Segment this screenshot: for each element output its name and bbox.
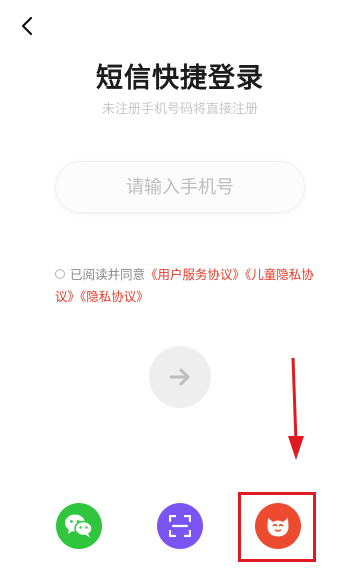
cat-face-icon <box>267 518 289 537</box>
user-service-agreement-link[interactable]: 《用户服务协议》 <box>145 267 245 282</box>
wechat-login-button[interactable] <box>56 503 102 549</box>
agreement-checkbox[interactable] <box>55 269 65 279</box>
back-chevron-icon <box>21 16 33 36</box>
back-button[interactable] <box>14 12 42 40</box>
privacy-agreement-link[interactable]: 《隐私协议》 <box>80 289 149 304</box>
agreement-row: 已阅读并同意《用户服务协议》《儿童隐私协议》《隐私协议》 <box>55 264 315 308</box>
page-subtitle: 未注册手机号码将直接注册 <box>101 102 258 117</box>
pet-login-button[interactable] <box>255 503 301 549</box>
wechat-icon <box>65 514 93 538</box>
annotation-arrow <box>288 357 304 460</box>
arrow-right-icon <box>169 368 190 386</box>
scan-icon <box>169 515 191 537</box>
next-button[interactable] <box>149 346 211 408</box>
page-title: 短信快捷登录 <box>96 63 264 94</box>
scan-login-button[interactable] <box>157 503 203 549</box>
agreement-prefix: 已阅读并同意 <box>70 267 146 282</box>
phone-input[interactable] <box>55 161 305 213</box>
